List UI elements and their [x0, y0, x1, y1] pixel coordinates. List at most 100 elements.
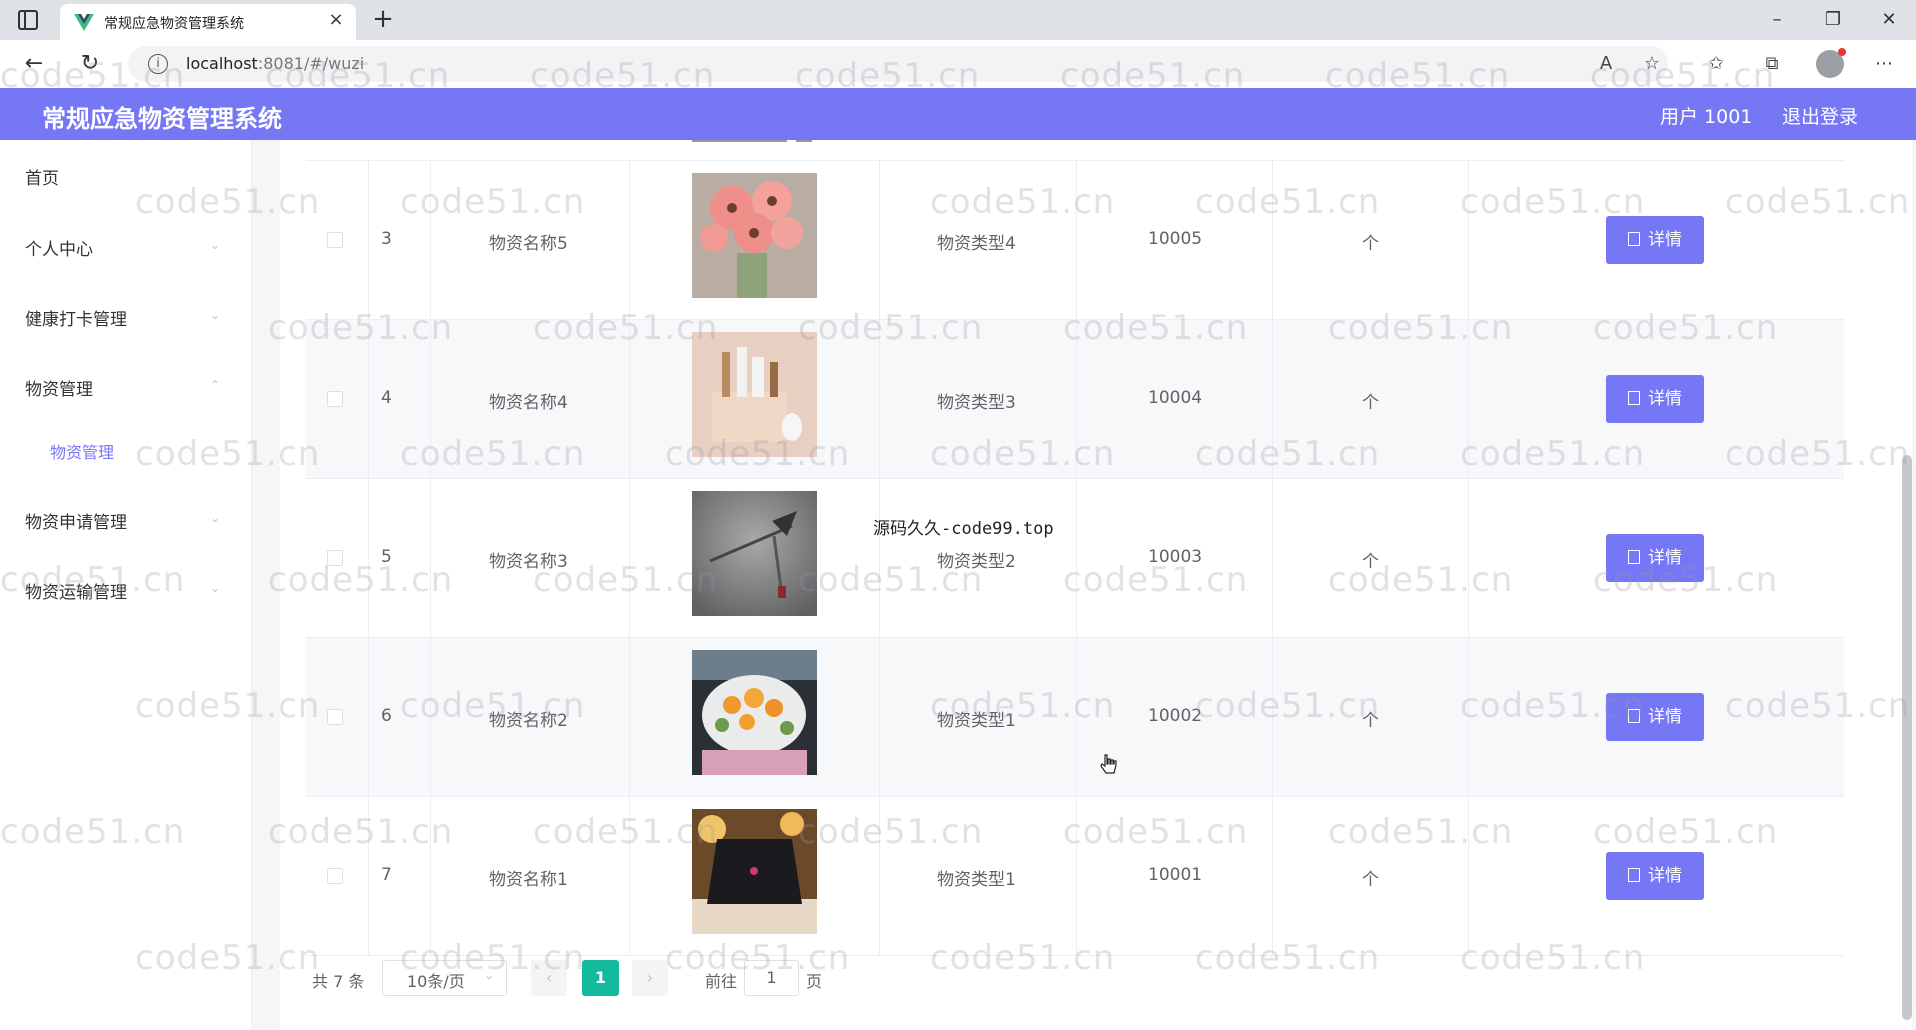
row-index: 7 — [381, 865, 392, 885]
sidebar-item-supply-requests[interactable]: 物资申请管理 — [25, 508, 127, 533]
favorites-icon[interactable]: ✩ — [1704, 52, 1728, 76]
add-favorite-icon[interactable]: ☆ — [1640, 52, 1664, 76]
supply-name: 物资名称1 — [489, 870, 568, 890]
sidebar-item-home[interactable]: 首页 — [25, 164, 59, 189]
read-aloud-icon[interactable]: A — [1594, 52, 1618, 76]
supply-type: 物资类型1 — [937, 711, 1016, 731]
new-tab-icon[interactable]: + — [368, 4, 398, 34]
supply-code: 10004 — [1148, 388, 1203, 408]
next-page-button[interactable]: › — [632, 960, 668, 996]
minimize-icon[interactable]: – — [1762, 6, 1792, 34]
document-icon — [1628, 232, 1640, 246]
app-title: 常规应急物资管理系统 — [42, 105, 282, 133]
page-number-current[interactable]: 1 — [582, 960, 619, 996]
table-row: 7 物资名称1 物资类型1 10001 个 详情 — [306, 797, 1844, 956]
row-index: 5 — [381, 547, 392, 567]
collections-icon[interactable]: ⧉ — [1760, 52, 1784, 76]
row-checkbox[interactable] — [327, 550, 343, 566]
restore-icon[interactable]: ❐ — [1818, 6, 1848, 34]
site-info-icon[interactable]: i — [148, 54, 168, 74]
reload-icon[interactable]: ↻ — [76, 50, 104, 78]
url-text: localhost:8081/#/wuzi — [186, 54, 365, 73]
detail-button[interactable]: 详情 — [1606, 693, 1704, 741]
prev-page-button[interactable]: ‹ — [531, 960, 567, 996]
supply-type: 物资类型2 — [937, 552, 1016, 572]
supply-image — [692, 809, 817, 934]
image-edge — [796, 140, 812, 142]
more-menu-icon[interactable]: ⋯ — [1872, 52, 1896, 76]
detail-button[interactable]: 详情 — [1606, 375, 1704, 423]
sidebar-item-supplies[interactable]: 物资管理 — [25, 375, 93, 400]
chevron-down-icon: ⌄ — [210, 581, 221, 595]
supply-image — [692, 332, 817, 457]
previous-row-stub — [306, 140, 1844, 161]
scrollbar[interactable] — [1902, 455, 1912, 1020]
row-checkbox[interactable] — [327, 868, 343, 884]
supply-code: 10002 — [1148, 706, 1203, 726]
page-suffix: 页 — [806, 972, 823, 991]
supply-image — [692, 491, 817, 616]
back-icon[interactable]: ← — [20, 50, 48, 78]
pagination: 共 7 条 10条/页 ⌄ ‹ 1 › 前往 1 页 — [0, 958, 1916, 998]
detail-button[interactable]: 详情 — [1606, 852, 1704, 900]
page-size-select[interactable]: 10条/页 ⌄ — [382, 960, 507, 996]
sidebar-item-profile[interactable]: 个人中心 — [25, 235, 93, 260]
supply-unit: 个 — [1362, 870, 1379, 890]
table-row: 5 物资名称3 物资类型2 10003 个 详情 — [306, 479, 1844, 638]
sidebar: 首页 个人中心 ⌄ 健康打卡管理 ⌄ 物资管理 ⌃ 物资管理 物资申请管理 ⌄ … — [0, 140, 252, 1030]
document-icon — [1628, 391, 1640, 405]
detail-button[interactable]: 详情 — [1606, 216, 1704, 264]
tab-actions-icon[interactable] — [18, 10, 38, 30]
table-row: 6 物资名称2 物资类型1 10002 个 详情 — [306, 638, 1844, 797]
chevron-down-icon: ⌄ — [210, 308, 221, 322]
supply-code: 10003 — [1148, 547, 1203, 567]
total-count: 共 7 条 — [312, 972, 365, 991]
row-index: 3 — [381, 229, 392, 249]
overlay-watermark-text: 源码久久-code99.top — [873, 519, 1054, 539]
hand-cursor-icon — [1100, 754, 1117, 774]
browser-tab[interactable]: 常规应急物资管理系统 × — [60, 4, 356, 40]
document-icon — [1628, 550, 1640, 564]
table-row: 4 物资名称4 物资类型3 10004 个 详情 — [306, 320, 1844, 479]
supply-code: 10001 — [1148, 865, 1203, 885]
goto-label: 前往 — [705, 972, 738, 991]
document-icon — [1628, 868, 1640, 882]
supply-image — [692, 650, 817, 775]
supply-code: 10005 — [1148, 229, 1203, 249]
image-edge — [692, 140, 787, 142]
profile-avatar[interactable] — [1816, 48, 1846, 78]
chevron-up-icon: ⌃ — [210, 378, 221, 392]
address-bar[interactable]: i localhost:8081/#/wuzi — [128, 46, 1668, 82]
supply-unit: 个 — [1362, 393, 1379, 413]
logout-link[interactable]: 退出登录 — [1782, 102, 1858, 129]
tab-title: 常规应急物资管理系统 — [104, 16, 244, 32]
table-row: 3 物资名称5 物资类型4 10005 个 详情 — [306, 161, 1844, 320]
app-header: 常规应急物资管理系统 用户 1001 退出登录 — [0, 88, 1916, 140]
close-tab-icon[interactable]: × — [326, 10, 346, 30]
supply-type: 物资类型1 — [937, 870, 1016, 890]
sidebar-item-supply-transport[interactable]: 物资运输管理 — [25, 578, 127, 603]
close-window-icon[interactable]: ✕ — [1874, 6, 1904, 34]
supply-name: 物资名称4 — [489, 393, 568, 413]
chevron-down-icon: ⌄ — [210, 238, 221, 252]
supply-image — [692, 173, 817, 298]
row-checkbox[interactable] — [327, 391, 343, 407]
supply-unit: 个 — [1362, 234, 1379, 254]
browser-toolbar: ← ↻ i localhost:8081/#/wuzi A ☆ ✩ ⧉ ⋯ — [0, 40, 1916, 88]
supply-unit: 个 — [1362, 552, 1379, 572]
detail-button[interactable]: 详情 — [1606, 534, 1704, 582]
supply-unit: 个 — [1362, 711, 1379, 731]
sidebar-subitem-supplies[interactable]: 物资管理 — [50, 439, 114, 463]
supply-name: 物资名称5 — [489, 234, 568, 254]
row-index: 6 — [381, 706, 392, 726]
current-user: 用户 1001 — [1660, 106, 1753, 128]
goto-page-input[interactable]: 1 — [744, 960, 799, 996]
row-index: 4 — [381, 388, 392, 408]
chevron-down-icon: ⌄ — [483, 968, 494, 982]
sidebar-item-health-checkin[interactable]: 健康打卡管理 — [25, 305, 127, 330]
supply-type: 物资类型3 — [937, 393, 1016, 413]
row-checkbox[interactable] — [327, 709, 343, 725]
row-checkbox[interactable] — [327, 232, 343, 248]
vue-logo-icon — [74, 14, 94, 31]
supply-name: 物资名称3 — [489, 552, 568, 572]
